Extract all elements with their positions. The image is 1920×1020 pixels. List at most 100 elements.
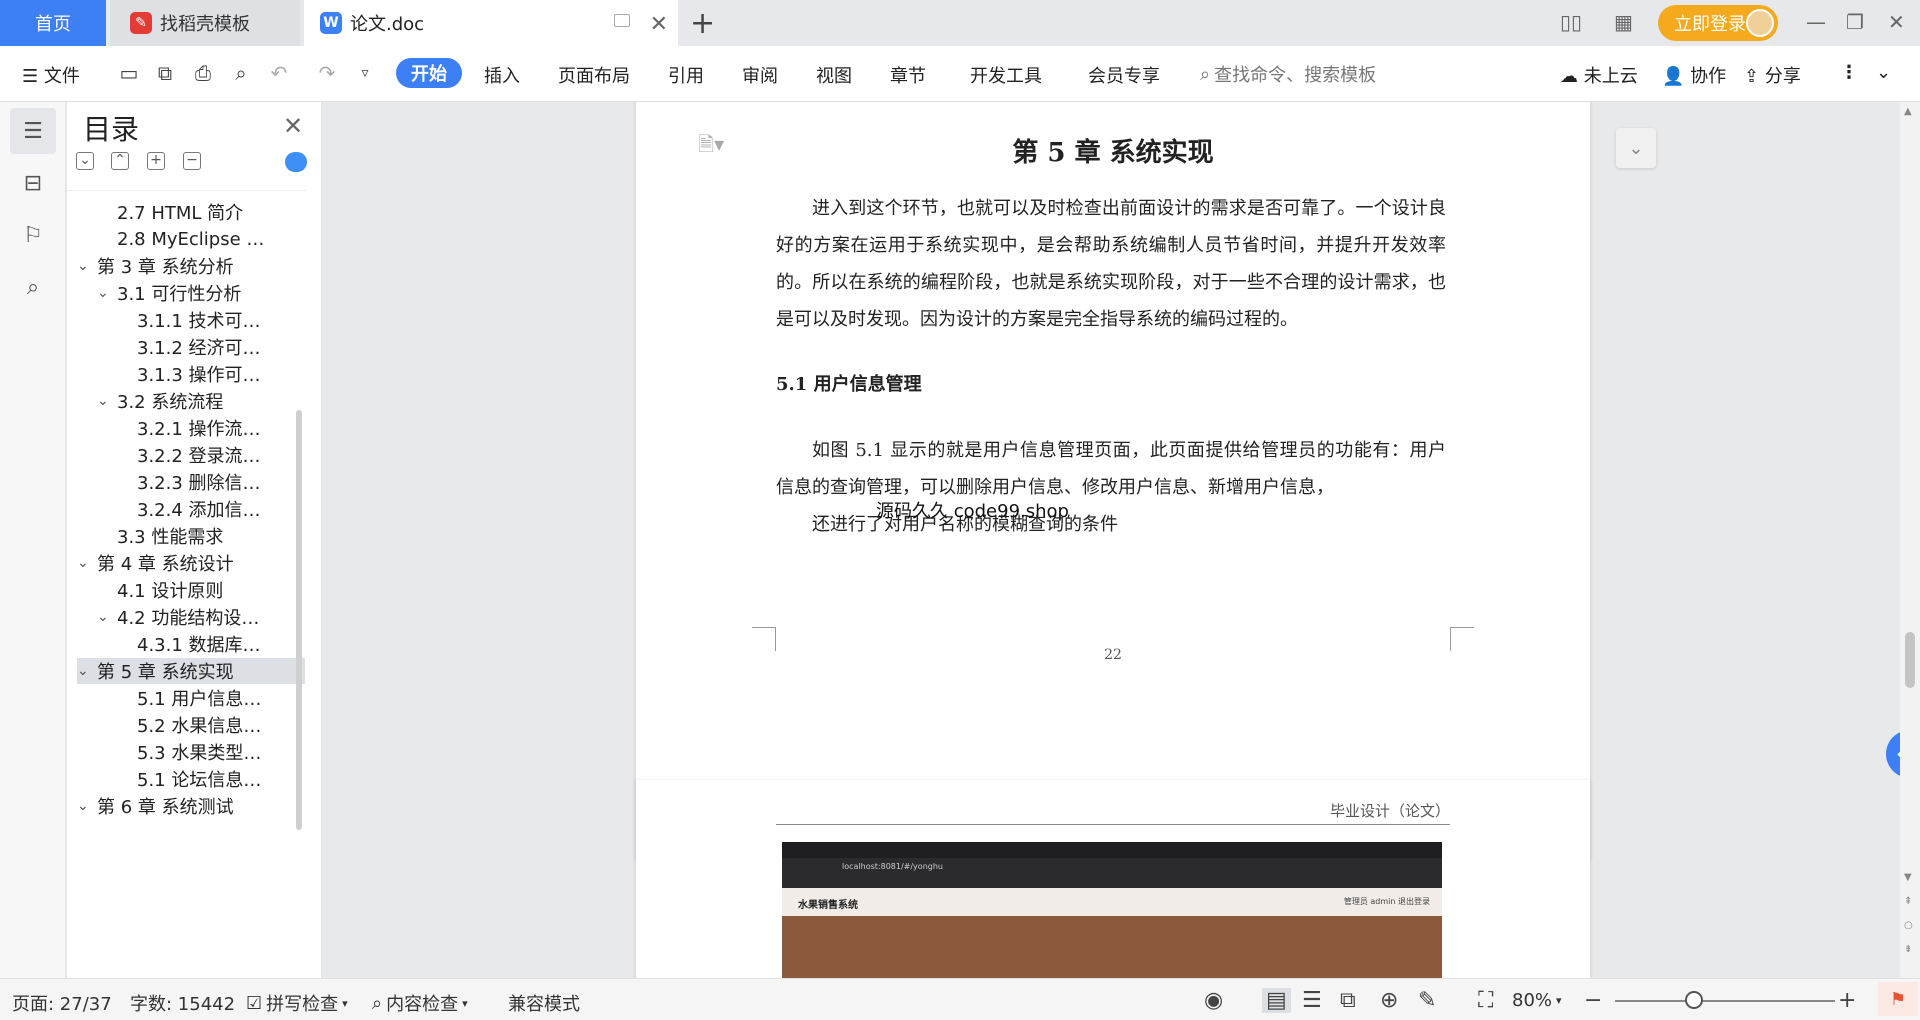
collab-button[interactable]: 👤 协作 [1662, 62, 1726, 88]
tab-document[interactable]: W 论文.doc ✕ [304, 0, 678, 46]
close-tab-icon[interactable]: ✕ [650, 12, 668, 37]
eye-protect-icon[interactable]: ◉ [1204, 988, 1223, 1013]
toc-item[interactable]: ⌄ 第 3 章 系统分析 [77, 253, 305, 279]
zoom-out-icon[interactable]: − [1584, 988, 1602, 1013]
chevron-down-icon[interactable]: ⌄ [77, 798, 97, 814]
toc-item[interactable]: 3.1.1 技术可… [77, 307, 305, 333]
ai-assistant-icon[interactable] [285, 152, 307, 172]
tab-developer[interactable]: 开发工具 [970, 62, 1042, 88]
more-quick-icon[interactable]: ▿ [352, 60, 378, 86]
toc-item[interactable]: 3.3 性能需求 [77, 523, 305, 549]
toc-item[interactable]: 3.2.1 操作流… [77, 415, 305, 441]
monitor-icon[interactable] [614, 14, 630, 27]
login-button[interactable]: 立即登录 [1658, 5, 1778, 41]
toc-item[interactable]: ⌄ 第 5 章 系统实现 [77, 658, 305, 684]
page-view-icon[interactable]: ▤ [1262, 988, 1291, 1013]
bookmark-icon[interactable]: ⚐ [10, 212, 56, 258]
print-icon[interactable]: ⎙ [190, 60, 216, 86]
word-count[interactable]: 字数: 15442 [130, 990, 235, 1016]
toc-item[interactable]: 3.1.3 操作可… [77, 361, 305, 387]
save-icon[interactable]: ▭ [116, 60, 142, 86]
chevron-down-icon[interactable]: ⌄ [97, 285, 117, 301]
web-view-icon[interactable]: ⊕ [1380, 988, 1398, 1013]
collapse-ribbon-icon[interactable]: ⌄ [1876, 62, 1891, 83]
toc-item[interactable]: ⌄ 3.2 系统流程 [77, 388, 305, 414]
toc-item[interactable]: 3.2.2 登录流… [77, 442, 305, 468]
tab-insert[interactable]: 插入 [484, 62, 520, 88]
prev-page-icon[interactable]: ⇞ [1904, 896, 1912, 907]
expand-up-icon[interactable]: ⌃ [111, 152, 129, 170]
chevron-down-icon[interactable]: ⌄ [97, 393, 117, 409]
cloud-status[interactable]: ☁ 未上云 [1560, 62, 1638, 88]
outline-view-icon[interactable]: ☰ [1302, 988, 1322, 1013]
remove-heading-icon[interactable]: − [183, 152, 201, 170]
toc-item[interactable]: ⌄ 第 6 章 系统测试 [77, 793, 305, 819]
tab-home[interactable]: 首页 [0, 0, 106, 46]
apps-grid-icon[interactable]: ▦ [1614, 10, 1633, 34]
next-page-icon[interactable]: ⇟ [1904, 944, 1912, 955]
undo-icon[interactable]: ↶ [266, 60, 292, 86]
side-toggle-icon[interactable]: ⌄ [1616, 128, 1656, 168]
toc-item[interactable]: 5.1 用户信息… [77, 685, 305, 711]
tab-chapter[interactable]: 章节 [890, 62, 926, 88]
share-button[interactable]: ⇪ 分享 [1744, 62, 1801, 88]
nav-pane-icon[interactable]: ⊟ [10, 160, 56, 206]
toc-item[interactable]: 4.3.1 数据库… [77, 631, 305, 657]
vertical-scrollbar[interactable]: ▲ ▼ ⇞ ○ ⇟ [1900, 102, 1920, 978]
tab-template[interactable]: ✎ 找稻壳模板 [110, 0, 300, 46]
scroll-thumb[interactable] [1905, 632, 1915, 688]
tab-start[interactable]: 开始 [396, 58, 462, 88]
close-window-icon[interactable]: ✕ [1888, 10, 1905, 34]
zoom-slider[interactable] [1615, 1000, 1835, 1002]
print-preview-icon[interactable]: ⌕ [228, 60, 254, 86]
zoom-in-icon[interactable]: + [1838, 988, 1856, 1013]
toc-item[interactable]: 5.1 论坛信息… [77, 766, 305, 792]
toc-panel-icon[interactable]: ☰ [10, 108, 56, 154]
tab-review[interactable]: 审阅 [742, 62, 778, 88]
tab-member[interactable]: 会员专享 [1088, 62, 1160, 88]
toc-item[interactable]: 5.2 水果信息… [77, 712, 305, 738]
more-icon[interactable]: ⋮ [1840, 62, 1858, 83]
close-icon[interactable]: ✕ [283, 112, 303, 140]
chevron-down-icon[interactable]: ⌄ [77, 555, 97, 571]
fit-page-icon[interactable]: ⛶ [1478, 988, 1493, 1013]
toc-item[interactable]: 3.2.4 添加信… [77, 496, 305, 522]
restore-icon[interactable]: ❐ [1846, 10, 1864, 34]
content-check[interactable]: ⌕ 内容检查 ▾ [372, 990, 468, 1016]
find-icon[interactable]: ⌕ [10, 264, 56, 310]
toc-item[interactable]: ⌄ 第 4 章 系统设计 [77, 550, 305, 576]
file-menu[interactable]: ☰ 文件 [22, 62, 80, 88]
toc-item[interactable]: 3.2.3 删除信… [77, 469, 305, 495]
export-icon[interactable]: ⧉ [152, 60, 178, 86]
redo-icon[interactable]: ↷ [314, 60, 340, 86]
toc-item[interactable]: 2.7 HTML 简介 [77, 199, 305, 225]
chevron-down-icon[interactable]: ⌄ [77, 663, 97, 679]
add-heading-icon[interactable]: + [147, 152, 165, 170]
toc-item[interactable]: ⌄ 4.2 功能结构设… [77, 604, 305, 630]
pen-icon[interactable]: ✎ [1418, 988, 1436, 1013]
reading-view-icon[interactable]: ⧉ [1340, 988, 1356, 1013]
chevron-down-icon[interactable]: ⌄ [97, 609, 117, 625]
toc-item[interactable]: 4.1 设计原则 [77, 577, 305, 603]
layout-icon[interactable]: ▯▯ [1560, 10, 1582, 34]
scroll-down-icon[interactable]: ▼ [1904, 872, 1912, 883]
spell-check[interactable]: ☑ 拼写检查 ▾ [246, 990, 348, 1016]
toc-scrollbar[interactable] [296, 410, 302, 830]
scroll-up-icon[interactable]: ▲ [1904, 106, 1912, 117]
zoom-level[interactable]: 80% ▾ [1512, 990, 1562, 1011]
zoom-slider-knob[interactable] [1685, 991, 1703, 1009]
select-browse-icon[interactable]: ○ [1904, 920, 1913, 931]
command-search[interactable]: ⌕ 查找命令、搜索模板 [1200, 61, 1376, 87]
tab-view[interactable]: 视图 [816, 62, 852, 88]
toc-item[interactable]: 2.8 MyEclipse … [77, 226, 305, 252]
tab-references[interactable]: 引用 [668, 62, 704, 88]
new-tab-button[interactable]: + [690, 6, 715, 41]
feedback-icon[interactable]: ⚑ [1878, 982, 1918, 1016]
toc-item[interactable]: 5.3 水果类型… [77, 739, 305, 765]
tab-page-layout[interactable]: 页面布局 [558, 62, 630, 88]
page-indicator[interactable]: 页面: 27/37 [12, 990, 112, 1016]
minimize-icon[interactable]: — [1806, 10, 1826, 34]
toc-item[interactable]: ⌄ 3.1 可行性分析 [77, 280, 305, 306]
toc-item[interactable]: 3.1.2 经济可… [77, 334, 305, 360]
collapse-all-icon[interactable]: ⌄ [76, 152, 94, 170]
